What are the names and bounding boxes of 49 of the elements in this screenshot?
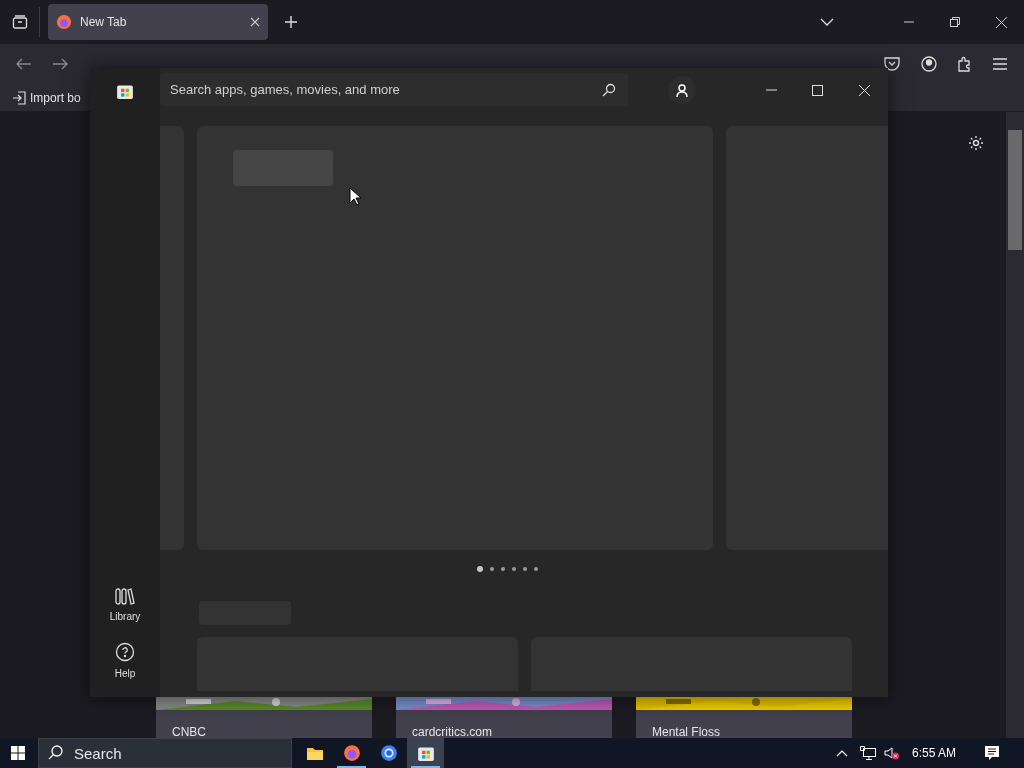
puzzle-icon[interactable] — [957, 56, 973, 72]
start-icon[interactable] — [11, 746, 25, 760]
tab-title: New Tab — [80, 14, 128, 31]
forward-icon[interactable] — [52, 58, 68, 70]
profile-button[interactable] — [668, 76, 696, 104]
close-icon[interactable] — [996, 16, 1007, 28]
pocket-icon[interactable] — [884, 57, 900, 71]
taskbar-app[interactable] — [407, 738, 444, 768]
chevron-down-icon[interactable] — [820, 18, 834, 26]
tab-list-icon[interactable] — [12, 14, 28, 30]
folder-icon — [305, 745, 324, 761]
top-site-card[interactable]: cardcritics.com — [396, 697, 612, 738]
restore-icon[interactable] — [950, 17, 960, 27]
maximize-icon[interactable] — [812, 84, 823, 96]
person-icon — [676, 83, 688, 97]
bookmark-item[interactable]: Import bo — [12, 88, 81, 107]
scrollbar[interactable] — [1006, 112, 1024, 738]
browser-tab[interactable]: New Tab — [48, 4, 268, 40]
back-icon[interactable] — [16, 58, 32, 70]
nav-item[interactable]: Library — [97, 585, 153, 626]
site-label: CNBC — [171, 724, 207, 738]
menu-icon[interactable] — [993, 58, 1007, 70]
taskbar-search-field[interactable]: Search — [38, 738, 292, 768]
new-tab-icon[interactable] — [284, 15, 298, 29]
mouse-cursor-icon — [349, 187, 361, 206]
library-icon — [115, 587, 135, 605]
search-icon[interactable] — [602, 82, 616, 97]
import-icon — [12, 90, 26, 105]
site-label: cardcritics.com — [411, 724, 493, 738]
chevron-up-icon[interactable] — [835, 749, 848, 757]
clock[interactable]: 6:55 AM — [911, 744, 956, 762]
browser-icon — [379, 744, 398, 762]
search-icon — [48, 745, 63, 760]
network-icon[interactable] — [859, 746, 876, 760]
store-icon — [416, 744, 435, 762]
account-icon[interactable] — [921, 56, 937, 72]
notification-icon[interactable] — [984, 745, 1000, 761]
scrollbar-thumb[interactable] — [1008, 130, 1022, 250]
top-site-card[interactable]: CNBC — [156, 697, 372, 738]
store-logo — [116, 82, 134, 100]
settings-icon[interactable] — [968, 135, 984, 151]
nav-item[interactable]: Help — [97, 640, 153, 683]
top-site-card[interactable]: Mental Floss — [636, 697, 852, 738]
help-icon — [115, 642, 135, 662]
close-icon[interactable] — [250, 17, 260, 27]
search-field[interactable]: Search apps, games, movies, and more — [160, 72, 628, 106]
site-label: Mental Floss — [651, 724, 722, 738]
close-icon[interactable] — [859, 84, 870, 96]
muted-speaker-icon[interactable] — [883, 746, 900, 760]
